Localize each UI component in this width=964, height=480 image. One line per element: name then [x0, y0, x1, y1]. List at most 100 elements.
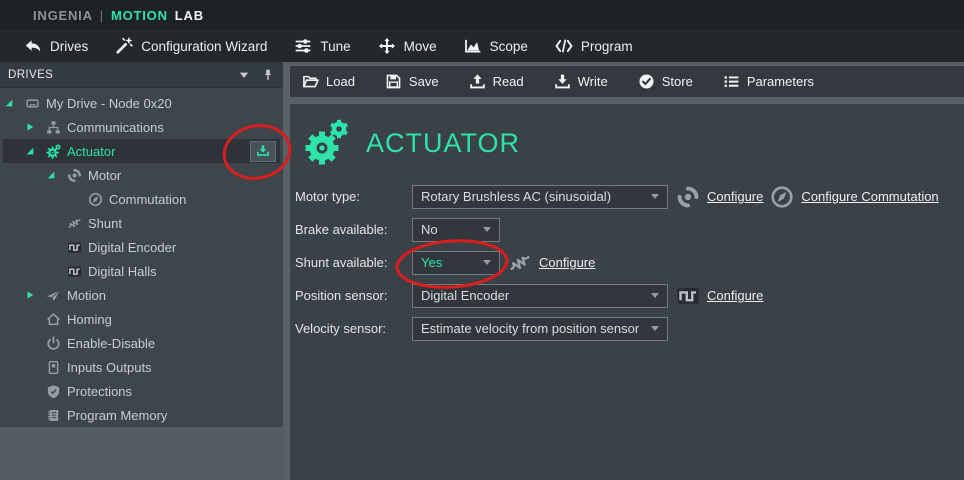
menu-item-tune[interactable]: Tune — [294, 37, 350, 55]
wand-icon — [115, 37, 133, 55]
tree-item-label: Homing — [67, 312, 112, 327]
link-group: Configure Configure Commutation — [676, 185, 939, 209]
tree-item-digital-encoder[interactable]: Digital Encoder — [3, 235, 280, 259]
tree-item-motor[interactable]: Motor — [3, 163, 280, 187]
selected-value: Digital Encoder — [421, 288, 645, 303]
tree-item-program-memory[interactable]: Program Memory — [3, 403, 280, 427]
tree-item-digital-halls[interactable]: Digital Halls — [3, 259, 280, 283]
section-header: ACTUATOR — [290, 104, 964, 170]
arrow-spacer — [46, 265, 67, 277]
brand-product: MOTION — [111, 8, 168, 23]
drive-icon — [25, 96, 46, 111]
arrow-spacer — [25, 313, 46, 325]
wave-icon — [676, 284, 700, 308]
collapsed-arrow-icon[interactable] — [25, 121, 46, 133]
menu-item-configuration-wizard[interactable]: Configuration Wizard — [115, 37, 267, 55]
tree-item-enable-disable[interactable]: Enable-Disable — [3, 331, 280, 355]
configure-link[interactable]: Configure — [707, 288, 763, 303]
collapsed-arrow-icon[interactable] — [25, 289, 46, 301]
field-label: Shunt available: — [295, 255, 412, 270]
configure-link[interactable]: Configure — [539, 255, 595, 270]
action-store-button[interactable]: Store — [638, 73, 693, 90]
resistor-icon — [67, 216, 88, 231]
velocity-sensor-select[interactable]: Estimate velocity from position sensor — [412, 317, 668, 341]
motor-type-select[interactable]: Rotary Brushless AC (sinusoidal) — [412, 185, 668, 209]
actuator-form: Motor type: Rotary Brushless AC (sinusoid… — [290, 180, 964, 345]
action-label: Write — [578, 74, 608, 89]
tree-item-inputs-outputs[interactable]: Inputs Outputs — [3, 355, 280, 379]
link-group: Configure — [676, 284, 763, 308]
arrow-spacer — [67, 193, 88, 205]
tree-item-label: Motion — [67, 288, 106, 303]
tree-item-commutation[interactable]: Commutation — [3, 187, 280, 211]
tree-item-label: Digital Encoder — [88, 240, 176, 255]
compass-icon — [88, 192, 109, 207]
arrow-spacer — [25, 337, 46, 349]
menu-item-drives[interactable]: Drives — [24, 37, 88, 55]
menu-item-program[interactable]: Program — [555, 37, 633, 55]
tree-item-homing[interactable]: Homing — [3, 307, 280, 331]
expanded-arrow-icon[interactable] — [46, 169, 67, 181]
tree-item-label: Protections — [67, 384, 132, 399]
download-tray-icon — [554, 73, 571, 90]
configure-commutation-link[interactable]: Configure Commutation — [801, 189, 938, 204]
arrow-spacer — [46, 241, 67, 253]
resistor-icon — [508, 251, 532, 275]
menu-item-label: Scope — [490, 39, 528, 54]
configure-link[interactable]: Configure — [707, 189, 763, 204]
tree-item-label: Communications — [67, 120, 164, 135]
house-icon — [46, 312, 67, 327]
brand-name: INGENIA — [33, 8, 93, 23]
action-parameters-button[interactable]: Parameters — [723, 73, 814, 90]
menu-item-label: Program — [581, 39, 633, 54]
menu-item-scope[interactable]: Scope — [464, 37, 528, 55]
download-button[interactable] — [250, 141, 276, 162]
position-sensor-select[interactable]: Digital Encoder — [412, 284, 668, 308]
tree-item-my-drive-node-0x20[interactable]: My Drive - Node 0x20 — [3, 91, 280, 115]
arrow-spacer — [25, 409, 46, 421]
select-caret-icon — [483, 260, 491, 265]
field-label: Motor type: — [295, 189, 412, 204]
tree-item-label: Shunt — [88, 216, 122, 231]
tree-item-actuator[interactable]: Actuator — [3, 139, 280, 163]
pin-icon[interactable] — [261, 68, 275, 82]
expanded-arrow-icon[interactable] — [25, 145, 46, 157]
actuator-page: ACTUATOR Motor type: Rotary Brushless AC … — [290, 104, 964, 480]
action-save-button[interactable]: Save — [385, 73, 439, 90]
tree-item-motion[interactable]: Motion — [3, 283, 280, 307]
brake-available-select[interactable]: No — [412, 218, 500, 242]
move-cross-icon — [378, 37, 396, 55]
wave-icon — [67, 264, 88, 279]
app-title-bar: INGENIA | MOTION LAB — [0, 0, 964, 30]
form-row-velocity-sensor: Velocity sensor: Estimate velocity from p… — [290, 312, 964, 345]
plane-icon — [46, 288, 67, 303]
shield-icon — [46, 384, 67, 399]
dropdown-caret-icon[interactable] — [237, 68, 251, 82]
floppy-icon — [385, 73, 402, 90]
field-label: Velocity sensor: — [295, 321, 412, 336]
select-caret-icon — [651, 293, 659, 298]
action-read-button[interactable]: Read — [469, 73, 524, 90]
expanded-arrow-icon[interactable] — [4, 97, 25, 109]
page-title: ACTUATOR — [366, 128, 520, 159]
tree-item-protections[interactable]: Protections — [3, 379, 280, 403]
action-write-button[interactable]: Write — [554, 73, 608, 90]
select-caret-icon — [651, 326, 659, 331]
field-label: Position sensor: — [295, 288, 412, 303]
menu-item-move[interactable]: Move — [378, 37, 437, 55]
form-row-shunt-available: Shunt available:Yes Configure — [290, 246, 964, 279]
menu-item-label: Tune — [320, 39, 350, 54]
arrow-spacer — [46, 217, 67, 229]
gear-icon — [46, 144, 67, 159]
config-action-bar: Load Save Read Write Store Parameters — [290, 66, 964, 97]
tree-item-label: Enable-Disable — [67, 336, 155, 351]
action-load-button[interactable]: Load — [302, 73, 355, 90]
compass-icon — [770, 185, 794, 209]
brand-suffix: LAB — [175, 8, 204, 23]
selected-value: Estimate velocity from position sensor — [421, 321, 645, 336]
tree-item-shunt[interactable]: Shunt — [3, 211, 280, 235]
shunt-available-select[interactable]: Yes — [412, 251, 500, 275]
action-label: Save — [409, 74, 439, 89]
tree-item-communications[interactable]: Communications — [3, 115, 280, 139]
selected-value: Rotary Brushless AC (sinusoidal) — [421, 189, 645, 204]
